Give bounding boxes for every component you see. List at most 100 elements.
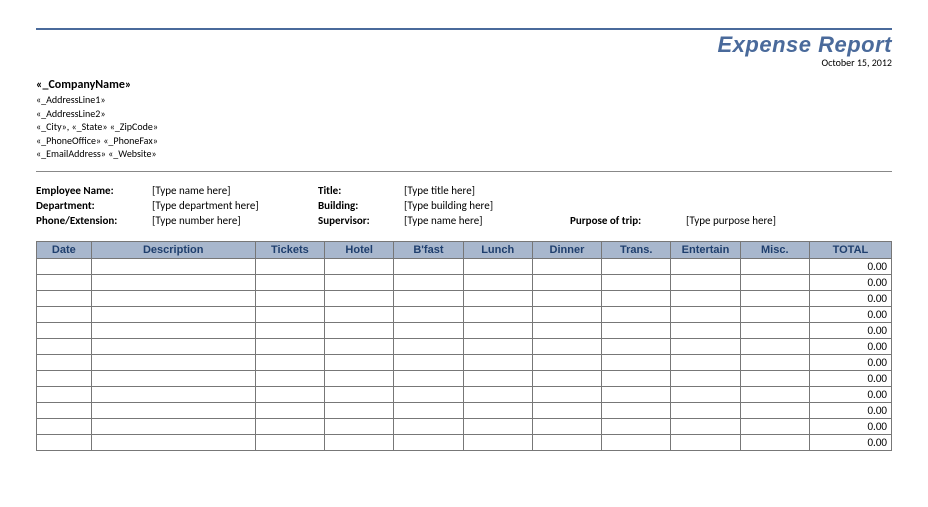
table-cell[interactable]: [602, 338, 671, 354]
table-cell[interactable]: [740, 354, 809, 370]
table-cell[interactable]: [91, 418, 255, 434]
table-cell[interactable]: [671, 370, 740, 386]
table-cell[interactable]: [532, 434, 601, 450]
table-cell[interactable]: [255, 338, 324, 354]
table-cell[interactable]: [602, 370, 671, 386]
table-cell[interactable]: [255, 354, 324, 370]
table-cell[interactable]: [394, 274, 463, 290]
table-cell[interactable]: [740, 274, 809, 290]
table-cell[interactable]: [37, 354, 92, 370]
table-cell[interactable]: [37, 338, 92, 354]
table-cell[interactable]: [602, 354, 671, 370]
purpose-field[interactable]: [Type purpose here]: [686, 214, 892, 227]
table-cell[interactable]: [671, 306, 740, 322]
table-cell[interactable]: [463, 434, 532, 450]
table-cell[interactable]: [463, 386, 532, 402]
table-cell[interactable]: [463, 274, 532, 290]
table-cell[interactable]: [325, 338, 394, 354]
total-cell[interactable]: 0.00: [809, 434, 891, 450]
table-cell[interactable]: [602, 306, 671, 322]
table-cell[interactable]: [255, 290, 324, 306]
total-cell[interactable]: 0.00: [809, 306, 891, 322]
table-cell[interactable]: [602, 386, 671, 402]
table-cell[interactable]: [325, 274, 394, 290]
table-cell[interactable]: [602, 290, 671, 306]
table-cell[interactable]: [532, 418, 601, 434]
total-cell[interactable]: 0.00: [809, 290, 891, 306]
table-cell[interactable]: [532, 354, 601, 370]
table-cell[interactable]: [671, 386, 740, 402]
table-cell[interactable]: [671, 274, 740, 290]
table-cell[interactable]: [255, 322, 324, 338]
table-cell[interactable]: [671, 434, 740, 450]
table-cell[interactable]: [255, 306, 324, 322]
table-cell[interactable]: [463, 354, 532, 370]
table-cell[interactable]: [740, 386, 809, 402]
table-cell[interactable]: [463, 402, 532, 418]
table-cell[interactable]: [37, 402, 92, 418]
table-cell[interactable]: [671, 418, 740, 434]
table-cell[interactable]: [91, 402, 255, 418]
table-cell[interactable]: [394, 354, 463, 370]
table-cell[interactable]: [37, 290, 92, 306]
supervisor-field[interactable]: [Type name here]: [404, 214, 564, 227]
phone-field[interactable]: [Type number here]: [152, 214, 312, 227]
table-cell[interactable]: [37, 418, 92, 434]
table-cell[interactable]: [255, 434, 324, 450]
table-cell[interactable]: [463, 290, 532, 306]
table-cell[interactable]: [602, 274, 671, 290]
table-cell[interactable]: [91, 306, 255, 322]
table-cell[interactable]: [740, 306, 809, 322]
table-cell[interactable]: [91, 370, 255, 386]
table-cell[interactable]: [91, 274, 255, 290]
table-cell[interactable]: [671, 322, 740, 338]
table-cell[interactable]: [325, 386, 394, 402]
table-cell[interactable]: [602, 322, 671, 338]
table-cell[interactable]: [532, 402, 601, 418]
table-cell[interactable]: [671, 402, 740, 418]
building-field[interactable]: [Type building here]: [404, 199, 564, 212]
table-cell[interactable]: [463, 258, 532, 274]
table-cell[interactable]: [602, 434, 671, 450]
table-cell[interactable]: [37, 258, 92, 274]
table-cell[interactable]: [394, 290, 463, 306]
table-cell[interactable]: [532, 274, 601, 290]
table-cell[interactable]: [394, 402, 463, 418]
table-cell[interactable]: [325, 322, 394, 338]
total-cell[interactable]: 0.00: [809, 354, 891, 370]
table-cell[interactable]: [37, 306, 92, 322]
table-cell[interactable]: [394, 306, 463, 322]
total-cell[interactable]: 0.00: [809, 402, 891, 418]
table-cell[interactable]: [394, 370, 463, 386]
table-cell[interactable]: [255, 370, 324, 386]
table-cell[interactable]: [463, 418, 532, 434]
total-cell[interactable]: 0.00: [809, 370, 891, 386]
table-cell[interactable]: [532, 386, 601, 402]
table-cell[interactable]: [394, 322, 463, 338]
total-cell[interactable]: 0.00: [809, 258, 891, 274]
table-cell[interactable]: [532, 290, 601, 306]
table-cell[interactable]: [37, 322, 92, 338]
table-cell[interactable]: [325, 354, 394, 370]
table-cell[interactable]: [740, 338, 809, 354]
table-cell[interactable]: [255, 274, 324, 290]
table-cell[interactable]: [91, 258, 255, 274]
table-cell[interactable]: [255, 258, 324, 274]
table-cell[interactable]: [740, 418, 809, 434]
table-cell[interactable]: [394, 386, 463, 402]
table-cell[interactable]: [91, 290, 255, 306]
total-cell[interactable]: 0.00: [809, 322, 891, 338]
table-cell[interactable]: [394, 434, 463, 450]
table-cell[interactable]: [671, 338, 740, 354]
table-cell[interactable]: [325, 402, 394, 418]
table-cell[interactable]: [532, 370, 601, 386]
table-cell[interactable]: [255, 386, 324, 402]
table-cell[interactable]: [532, 322, 601, 338]
table-cell[interactable]: [463, 322, 532, 338]
table-cell[interactable]: [532, 258, 601, 274]
table-cell[interactable]: [671, 258, 740, 274]
employee-name-field[interactable]: [Type name here]: [152, 184, 312, 197]
table-cell[interactable]: [325, 290, 394, 306]
table-cell[interactable]: [325, 418, 394, 434]
table-cell[interactable]: [602, 402, 671, 418]
